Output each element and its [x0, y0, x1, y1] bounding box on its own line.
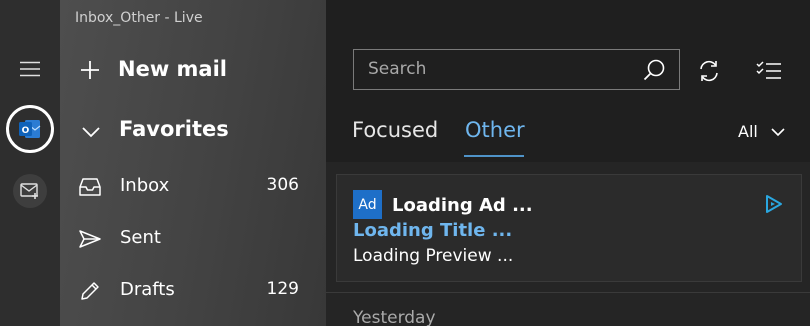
folder-sent[interactable]: Sent — [60, 213, 326, 265]
folder-label: Inbox — [120, 175, 170, 196]
search-box[interactable] — [353, 49, 680, 90]
filter-dropdown[interactable]: All — [734, 116, 794, 148]
folder-label: Sent — [120, 227, 161, 248]
outlook-account-icon[interactable]: O — [6, 105, 54, 153]
filter-label: All — [738, 122, 758, 141]
message-list-pane: Focused Other All Ad Loading Ad ... Load… — [326, 0, 810, 326]
add-account-icon[interactable] — [13, 174, 47, 208]
app-rail: O — [0, 0, 60, 326]
select-mode-icon[interactable] — [753, 56, 785, 86]
window-title: Inbox_Other - Live — [75, 10, 203, 26]
favorites-header[interactable]: Favorites — [60, 110, 326, 154]
date-group-header: Yesterday — [353, 308, 436, 326]
ad-choices-icon[interactable] — [763, 193, 785, 215]
search-icon[interactable] — [641, 58, 667, 82]
new-mail-label: New mail — [118, 57, 227, 81]
inbox-icon — [78, 175, 102, 199]
folder-label: Drafts — [120, 279, 175, 300]
ad-message-item[interactable]: Ad Loading Ad ... Loading Title ... Load… — [336, 174, 802, 282]
plus-icon — [78, 58, 102, 82]
folder-drafts[interactable]: Drafts 129 — [60, 265, 326, 317]
tab-focused[interactable]: Focused — [352, 118, 438, 142]
selected-tab-indicator — [464, 155, 524, 157]
ad-sender: Loading Ad ... — [392, 195, 533, 216]
unread-count: 306 — [266, 175, 299, 195]
unread-count: 129 — [266, 279, 299, 299]
ad-preview: Loading Preview ... — [353, 246, 514, 266]
ad-badge: Ad — [353, 190, 382, 219]
list-divider — [326, 292, 810, 293]
navigation-pane: Inbox_Other - Live New mail Favorites In… — [60, 0, 326, 326]
favorites-label: Favorites — [119, 117, 229, 141]
hamburger-menu-icon[interactable] — [15, 58, 45, 80]
account-badge-letter: O — [22, 126, 30, 136]
new-mail-button[interactable]: New mail — [60, 50, 326, 92]
tab-other[interactable]: Other — [465, 118, 525, 142]
search-input[interactable] — [368, 59, 628, 79]
chevron-down-icon — [79, 122, 103, 142]
folder-inbox[interactable]: Inbox 306 — [60, 161, 326, 213]
send-icon — [78, 227, 102, 251]
chevron-down-icon — [770, 124, 786, 140]
pencil-icon — [78, 279, 102, 303]
sync-icon[interactable] — [694, 56, 724, 86]
ad-title: Loading Title ... — [353, 220, 513, 241]
